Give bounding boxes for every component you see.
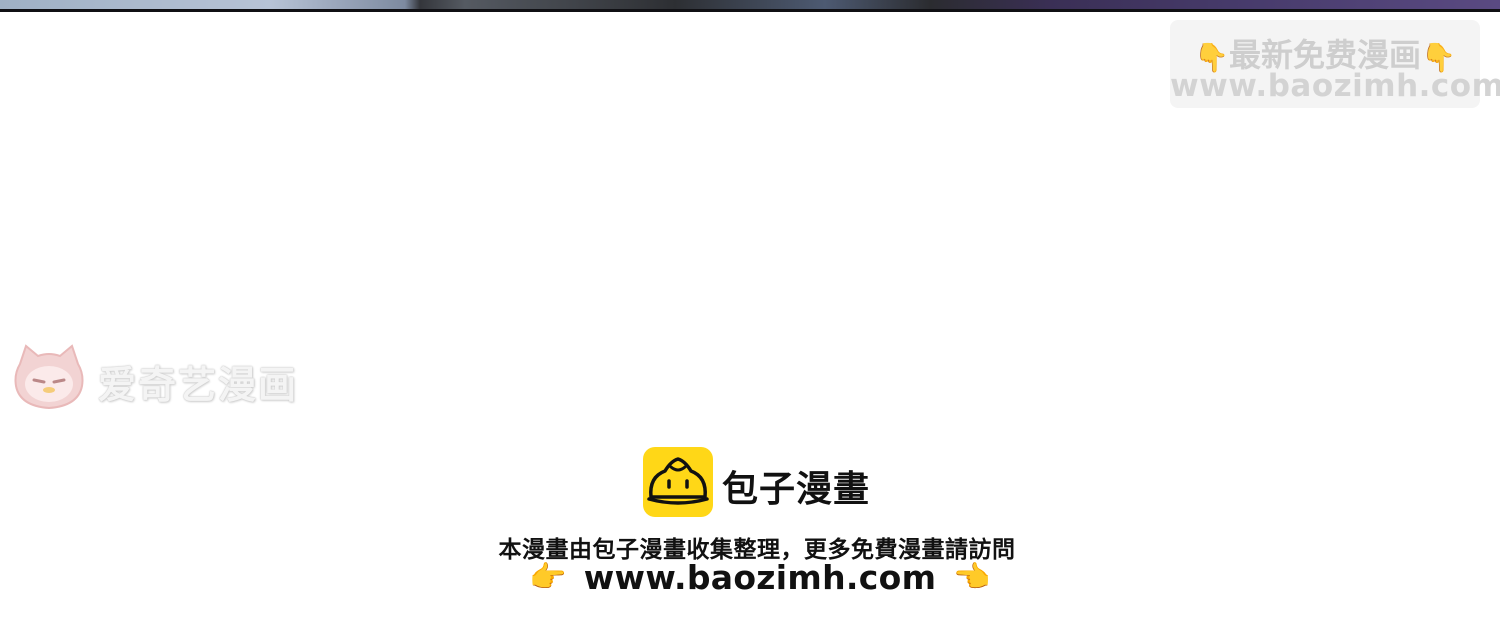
site-url-row: 👉 www.baozimh.com 👈 — [0, 558, 1500, 597]
hand-point-left-icon: 👈 — [953, 560, 991, 595]
comic-page: 👇最新免费漫画👇 www.baozimh.com 爱奇艺漫画 包子漫畫 本漫畫由… — [0, 0, 1500, 624]
hand-point-right-icon: 👉 — [529, 560, 567, 595]
top-watermark: 👇最新免费漫画👇 www.baozimh.com — [1170, 20, 1500, 108]
panel-border — [0, 9, 1500, 12]
watermark-url: www.baozimh.com — [1170, 68, 1500, 104]
site-url-link[interactable]: www.baozimh.com — [584, 558, 937, 597]
brand-name: 包子漫畫 — [722, 469, 871, 510]
iqiyi-watermark-text: 爱奇艺漫画 — [98, 363, 299, 407]
previous-panel-edge — [0, 0, 1500, 12]
baozi-bun-icon — [643, 447, 713, 517]
iqiyi-cat-logo-icon — [14, 344, 84, 410]
